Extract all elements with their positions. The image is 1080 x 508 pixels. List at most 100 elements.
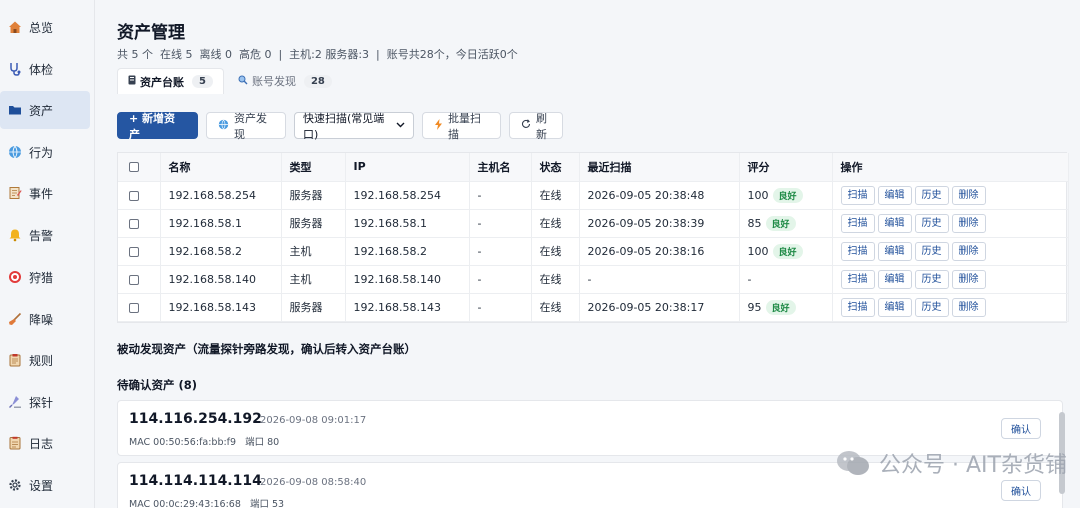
edit-button[interactable]: 编辑 bbox=[877, 297, 912, 317]
sidebar-item-hunting[interactable]: 狩猎 bbox=[0, 258, 95, 296]
select-all-checkbox[interactable] bbox=[129, 162, 139, 173]
sidebar-item-events[interactable]: 事件 bbox=[0, 174, 95, 212]
sidebar: 总览 体检 资产 行为 事件 告警 狩猎 降噪 规则 探针 日志 设置 bbox=[0, 0, 95, 508]
column-header[interactable]: 状态 bbox=[531, 153, 580, 182]
sidebar-item-label: 探针 bbox=[29, 395, 54, 410]
home-icon bbox=[7, 19, 23, 35]
scan-button[interactable]: 扫描 bbox=[840, 269, 875, 289]
sidebar-item-alerts[interactable]: 告警 bbox=[0, 216, 95, 254]
add-asset-button[interactable]: + 新增资产 bbox=[117, 112, 198, 141]
confirm-button[interactable]: 确认 bbox=[1001, 418, 1041, 439]
edit-button[interactable]: 编辑 bbox=[877, 241, 912, 261]
score-value: 95 bbox=[747, 300, 762, 314]
row-actions: 扫描 编辑 历史 删除 bbox=[832, 265, 1069, 294]
pending-asset-ip: 114.114.114.114 bbox=[129, 473, 262, 489]
asset-status: 在线 bbox=[531, 181, 580, 210]
status-badge: 良好 bbox=[765, 215, 796, 231]
status-badge: 良好 bbox=[772, 187, 803, 203]
asset-type: 主机 bbox=[281, 265, 346, 294]
asset-last-scan: 2026-09-05 20:38:17 bbox=[579, 293, 740, 322]
refresh-icon bbox=[521, 119, 531, 132]
sidebar-item-assets[interactable]: 资产 bbox=[0, 91, 90, 129]
watermark: 公众号 · AIT杂货铺 bbox=[835, 447, 1067, 479]
sidebar-item-denoise[interactable]: 降噪 bbox=[0, 300, 95, 338]
asset-table: 名称 类型 IP 主机名 状态 最近扫描 评分 操作 192.168.58.25… bbox=[117, 152, 1069, 323]
column-header[interactable]: IP bbox=[345, 153, 470, 182]
sidebar-item-label: 行为 bbox=[29, 145, 54, 160]
row-checkbox-cell bbox=[118, 181, 161, 210]
bell-icon bbox=[7, 227, 23, 243]
toolbar: + 新增资产 资产发现 快速扫描(常见端口) 批量扫描 刷新 bbox=[117, 111, 563, 141]
column-header[interactable]: 名称 bbox=[160, 153, 282, 182]
asset-hostname: - bbox=[469, 209, 532, 238]
asset-hostname: - bbox=[469, 293, 532, 322]
status-badge: 良好 bbox=[765, 299, 796, 315]
scan-button[interactable]: 扫描 bbox=[840, 241, 875, 261]
sidebar-item-behavior[interactable]: 行为 bbox=[0, 133, 95, 171]
asset-hostname: - bbox=[469, 181, 532, 210]
row-checkbox[interactable] bbox=[129, 218, 139, 229]
row-checkbox[interactable] bbox=[129, 274, 139, 285]
table-row: 192.168.58.140 主机 192.168.58.140- 在线 - - 扫描 编辑历… bbox=[118, 265, 1069, 294]
asset-status: 在线 bbox=[531, 209, 580, 238]
asset-discovery-button[interactable]: 资产发现 bbox=[206, 112, 286, 141]
chevron-down-icon bbox=[396, 121, 405, 131]
scan-mode-select[interactable]: 快速扫描(常见端口) bbox=[294, 111, 414, 141]
row-checkbox-cell bbox=[118, 209, 161, 238]
pending-asset-mac: MAC 00:0c:29:43:16:68 bbox=[129, 499, 241, 508]
pending-asset-time: 2026-09-08 08:58:40 bbox=[260, 477, 367, 488]
column-header[interactable]: 主机名 bbox=[469, 153, 532, 182]
score-value: 100 bbox=[747, 188, 769, 202]
sidebar-item-checkup[interactable]: 体检 bbox=[0, 50, 95, 88]
delete-button[interactable]: 删除 bbox=[951, 241, 986, 261]
history-button[interactable]: 历史 bbox=[914, 269, 949, 289]
history-button[interactable]: 历史 bbox=[914, 241, 949, 261]
sidebar-item-label: 日志 bbox=[29, 436, 54, 451]
sidebar-item-overview[interactable]: 总览 bbox=[0, 8, 95, 46]
asset-ip: 192.168.58.254 bbox=[345, 181, 470, 210]
sidebar-item-probes[interactable]: 探针 bbox=[0, 383, 95, 421]
sidebar-item-rules[interactable]: 规则 bbox=[0, 341, 95, 379]
table-row: 192.168.58.2 主机 192.168.58.2- 在线 2026-09-05 … bbox=[118, 237, 1069, 266]
scan-button[interactable]: 扫描 bbox=[840, 185, 875, 205]
history-button[interactable]: 历史 bbox=[914, 213, 949, 233]
refresh-button[interactable]: 刷新 bbox=[509, 112, 563, 141]
tab-account-discovery[interactable]: 账号发现 28 bbox=[228, 68, 342, 94]
edit-button[interactable]: 编辑 bbox=[877, 269, 912, 289]
row-checkbox[interactable] bbox=[129, 190, 139, 201]
watermark-text: 公众号 · AIT杂货铺 bbox=[879, 453, 1067, 478]
asset-type: 主机 bbox=[281, 237, 346, 266]
batch-scan-button[interactable]: 批量扫描 bbox=[422, 112, 501, 141]
history-button[interactable]: 历史 bbox=[914, 185, 949, 205]
asset-hostname: - bbox=[469, 237, 532, 266]
delete-button[interactable]: 删除 bbox=[951, 297, 986, 317]
tab-asset-ledger[interactable]: 资产台账 5 bbox=[117, 68, 224, 94]
status-badge: 良好 bbox=[772, 243, 803, 259]
table-row: 192.168.58.143 服务器 192.168.58.143- 在线 2026-0… bbox=[118, 293, 1069, 322]
sidebar-item-label: 体检 bbox=[29, 62, 54, 77]
row-checkbox[interactable] bbox=[129, 302, 139, 313]
scan-button[interactable]: 扫描 bbox=[840, 297, 875, 317]
tab-bar: 资产台账 5 账号发现 28 bbox=[117, 68, 342, 94]
edit-button[interactable]: 编辑 bbox=[877, 185, 912, 205]
sidebar-item-logs[interactable]: 日志 bbox=[0, 424, 95, 462]
delete-button[interactable]: 删除 bbox=[951, 213, 986, 233]
pending-asset-ip: 114.116.254.192 bbox=[129, 411, 262, 427]
scan-button[interactable]: 扫描 bbox=[840, 213, 875, 233]
edit-button[interactable]: 编辑 bbox=[877, 213, 912, 233]
history-button[interactable]: 历史 bbox=[914, 297, 949, 317]
delete-button[interactable]: 删除 bbox=[951, 269, 986, 289]
score-value: - bbox=[747, 272, 752, 286]
confirm-button[interactable]: 确认 bbox=[1001, 480, 1041, 501]
note-icon bbox=[7, 185, 23, 201]
column-header[interactable]: 最近扫描 bbox=[579, 153, 740, 182]
asset-ip: 192.168.58.2 bbox=[345, 237, 470, 266]
column-header[interactable]: 评分 bbox=[739, 153, 833, 182]
sidebar-item-label: 事件 bbox=[29, 186, 54, 201]
sidebar-item-settings[interactable]: 设置 bbox=[0, 466, 95, 504]
row-checkbox[interactable] bbox=[129, 246, 139, 257]
delete-button[interactable]: 删除 bbox=[951, 185, 986, 205]
tab-count-badge: 28 bbox=[303, 74, 332, 88]
scan-mode-value: 快速扫描(常见端口) bbox=[303, 111, 385, 141]
column-header[interactable]: 类型 bbox=[281, 153, 346, 182]
